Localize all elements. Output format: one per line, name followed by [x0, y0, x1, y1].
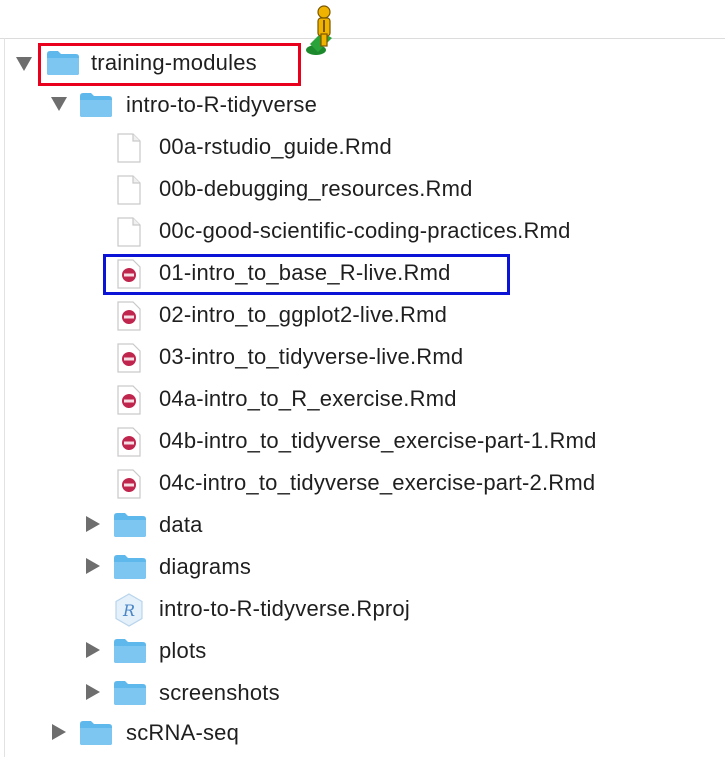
- rmd-file-icon: [117, 343, 141, 373]
- chevron-right-icon[interactable]: [86, 558, 100, 574]
- folder-icon: [114, 513, 146, 537]
- tree-label: 02-intro_to_ggplot2-live.Rmd: [159, 302, 448, 327]
- tree-label: 00b-debugging_resources.Rmd: [159, 176, 473, 201]
- tree-label: diagrams: [159, 554, 252, 579]
- file-browser: training-modules intro-to-R-tidyverse 00…: [0, 0, 725, 757]
- tree-label: 04a-intro_to_R_exercise.Rmd: [159, 386, 457, 411]
- rmd-file-icon: [117, 301, 141, 331]
- file-icon: [117, 175, 141, 205]
- tree-row-file[interactable]: 00a-rstudio_guide.Rmd: [0, 126, 725, 168]
- highlight-box-blue: [103, 254, 510, 295]
- tree-row-rmd-file[interactable]: 03-intro_to_tidyverse-live.Rmd: [0, 336, 725, 378]
- tree-label: 00c-good-scientific-coding-practices.Rmd: [159, 218, 571, 243]
- tree-row-rproj[interactable]: R intro-to-R-tidyverse.Rproj: [0, 588, 725, 630]
- chevron-down-icon[interactable]: [51, 97, 67, 111]
- tree-row-folder-scrna-seq[interactable]: scRNA-seq: [0, 712, 725, 754]
- tree-label: data: [159, 512, 203, 537]
- file-icon: [117, 133, 141, 163]
- chevron-right-icon[interactable]: [86, 516, 100, 532]
- tree-label: screenshots: [159, 680, 280, 705]
- tree-label: scRNA-seq: [126, 720, 240, 745]
- tree-row-file[interactable]: 00b-debugging_resources.Rmd: [0, 168, 725, 210]
- file-icon: [117, 217, 141, 247]
- folder-icon: [114, 639, 146, 663]
- tree-label: plots: [159, 638, 207, 663]
- folder-icon: [80, 93, 112, 117]
- tree-label: 00a-rstudio_guide.Rmd: [159, 134, 392, 159]
- tree-row-intro-to-R-tidyverse[interactable]: intro-to-R-tidyverse: [0, 84, 725, 126]
- highlight-box-red: [38, 43, 301, 86]
- rmd-file-icon: [117, 385, 141, 415]
- chevron-right-icon[interactable]: [86, 684, 100, 700]
- tree-row-rmd-file[interactable]: 04c-intro_to_tidyverse_exercise-part-2.R…: [0, 462, 725, 504]
- rproj-icon: R: [115, 593, 143, 627]
- tree-row-rmd-file[interactable]: 02-intro_to_ggplot2-live.Rmd: [0, 294, 725, 336]
- svg-text:R: R: [122, 601, 135, 620]
- tree-label: 03-intro_to_tidyverse-live.Rmd: [159, 344, 464, 369]
- folder-icon: [114, 555, 146, 579]
- tree-label: intro-to-R-tidyverse: [126, 92, 318, 117]
- panel-top-border: [0, 38, 725, 39]
- tree-row-rmd-file[interactable]: 04b-intro_to_tidyverse_exercise-part-1.R…: [0, 420, 725, 462]
- chevron-right-icon[interactable]: [86, 642, 100, 658]
- tree-label: intro-to-R-tidyverse.Rproj: [159, 596, 410, 621]
- tree-label: 04c-intro_to_tidyverse_exercise-part-2.R…: [159, 470, 596, 495]
- rmd-file-icon: [117, 469, 141, 499]
- tree-label: 04b-intro_to_tidyverse_exercise-part-1.R…: [159, 428, 597, 453]
- tree-row-folder-diagrams[interactable]: diagrams: [0, 546, 725, 588]
- tree-row-file[interactable]: 00c-good-scientific-coding-practices.Rmd: [0, 210, 725, 252]
- folder-icon: [114, 681, 146, 705]
- folder-icon: [80, 721, 112, 745]
- tree-row-folder-plots[interactable]: plots: [0, 630, 725, 672]
- tree-row-rmd-file[interactable]: 04a-intro_to_R_exercise.Rmd: [0, 378, 725, 420]
- tree-row-folder-screenshots[interactable]: screenshots: [0, 672, 725, 714]
- chevron-right-icon[interactable]: [52, 724, 66, 740]
- tree-row-folder-data[interactable]: data: [0, 504, 725, 546]
- rmd-file-icon: [117, 427, 141, 457]
- chevron-down-icon[interactable]: [16, 57, 32, 71]
